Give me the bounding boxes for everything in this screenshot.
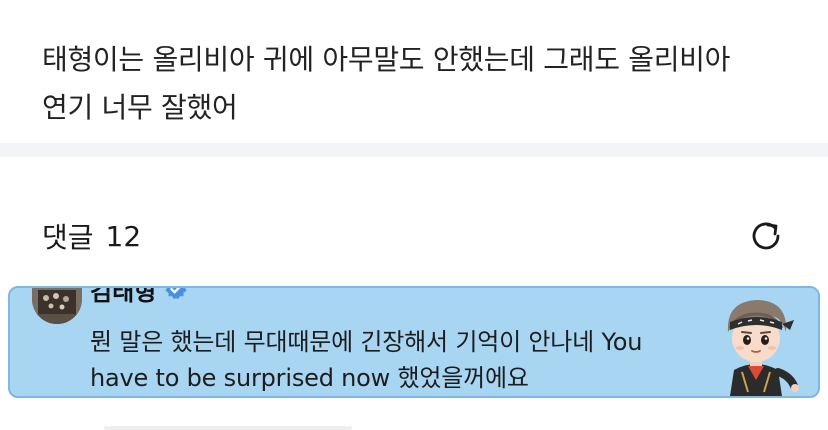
avatar-image — [32, 288, 82, 324]
post-text-line: 태형이는 올리비아 귀에 아무말도 안했는데 그래도 올리비아 — [42, 43, 731, 76]
comments-title: 댓글 12 — [42, 216, 141, 256]
comments-count: 12 — [105, 219, 142, 253]
comment-body-line: 뭔 말은 했는데 무대때문에 긴장해서 기억이 안나네 You — [90, 328, 643, 356]
comments-header: 댓글 12 — [42, 214, 786, 258]
comment-author-row: 김태형 — [90, 288, 188, 306]
post-text-line: 연기 너무 잘했어 — [42, 91, 238, 124]
comments-label: 댓글 — [42, 221, 94, 254]
post-text: 태형이는 올리비아 귀에 아무말도 안했는데 그래도 올리비아 연기 너무 잘했… — [42, 36, 802, 132]
comment-author[interactable]: 김태형 — [90, 288, 156, 307]
comment-card[interactable]: 김태형 뭔 말은 했는데 무대때문에 긴장해서 기억이 안나네 You have… — [8, 286, 820, 398]
bottom-scroll-hint — [104, 426, 352, 430]
avatar[interactable] — [32, 288, 82, 324]
comment-body: 뭔 말은 했는데 무대때문에 긴장해서 기억이 안나네 You have to … — [90, 324, 690, 396]
verified-badge-icon — [164, 288, 188, 301]
refresh-button[interactable] — [746, 216, 786, 256]
comment-body-line: have to be surprised now 했었을꺼에요 — [90, 364, 529, 392]
section-divider — [0, 143, 828, 157]
refresh-icon — [752, 222, 780, 250]
character-sticker — [708, 292, 804, 396]
